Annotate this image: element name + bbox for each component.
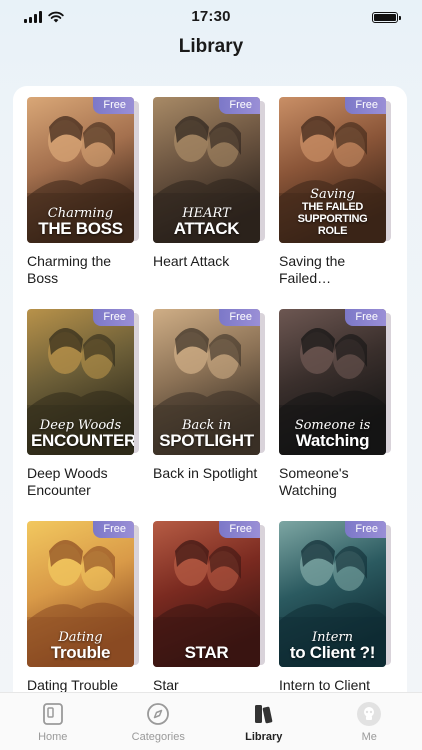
book-card[interactable]: Someone is Watching Free Someone's Watch… — [279, 309, 391, 503]
bottom-tab-bar: Home Categories Library Me — [0, 692, 422, 750]
page-title: Library — [178, 36, 244, 57]
book-card[interactable]: Intern to Client ?! Free Intern to Clien… — [279, 521, 391, 706]
cover-image: Back in SPOTLIGHT — [153, 309, 260, 455]
book-card[interactable]: Dating Trouble Free Dating Trouble — [27, 521, 139, 706]
book-title: Deep Woods Encounter — [27, 465, 108, 498]
cover-title-line2: Watching — [295, 431, 370, 450]
cover-image: Intern to Client ?! — [279, 521, 386, 667]
tab-home[interactable]: Home — [0, 693, 106, 750]
cover-title-line2: SPOTLIGHT — [159, 431, 254, 450]
cover-image: HEART ATTACK — [153, 97, 260, 243]
cover-title-line2: ENCOUNTER — [31, 431, 134, 450]
cover-title-line2: THE BOSS — [38, 219, 123, 238]
book-card[interactable]: STAR Free Star — [153, 521, 265, 706]
book-cover[interactable]: STAR Free — [153, 521, 265, 667]
cover-title-art: Charming THE BOSS — [31, 207, 130, 237]
cover-title-art: Someone is Watching — [283, 419, 382, 449]
free-badge: Free — [93, 97, 134, 114]
cover-title-art: STAR — [157, 644, 256, 661]
cover-title-art: Deep Woods ENCOUNTER — [31, 419, 134, 450]
cover-image: STAR — [153, 521, 260, 667]
battery-icon — [372, 12, 401, 23]
book-cover[interactable]: Someone is Watching Free — [279, 309, 391, 455]
free-badge: Free — [93, 521, 134, 538]
cover-title-art: Intern to Client ?! — [283, 631, 382, 661]
free-badge: Free — [219, 521, 260, 538]
cover-image: Saving THE FAILED SUPPORTING ROLE — [279, 97, 386, 243]
status-bar: 17:30 — [0, 0, 422, 34]
cover-title-art: HEART ATTACK — [157, 207, 256, 237]
library-grid-container[interactable]: Charming THE BOSS Free Charming the Boss — [13, 86, 407, 706]
profile-icon — [356, 701, 382, 727]
book-card[interactable]: Saving THE FAILED SUPPORTING ROLE Free S… — [279, 97, 391, 291]
book-cover[interactable]: Deep Woods ENCOUNTER Free — [27, 309, 139, 455]
tab-home-label: Home — [38, 731, 68, 743]
cover-title-line2: to Client ?! — [289, 643, 376, 662]
book-title: Charming the Boss — [27, 253, 112, 286]
tab-me-label: Me — [361, 731, 377, 743]
cover-title-line2: THE FAILED SUPPORTING ROLE — [297, 201, 368, 237]
book-cover[interactable]: Intern to Client ?! Free — [279, 521, 391, 667]
free-badge: Free — [219, 309, 260, 326]
book-cover[interactable]: Back in SPOTLIGHT Free — [153, 309, 265, 455]
free-badge: Free — [345, 521, 386, 538]
cover-image: Dating Trouble — [27, 521, 134, 667]
cover-image: Charming THE BOSS — [27, 97, 134, 243]
cover-title-art: Saving THE FAILED SUPPORTING ROLE — [283, 188, 382, 237]
book-cover[interactable]: Dating Trouble Free — [27, 521, 139, 667]
free-badge: Free — [219, 97, 260, 114]
book-card[interactable]: Back in SPOTLIGHT Free Back in Spotlight — [153, 309, 265, 503]
cover-image: Someone is Watching — [279, 309, 386, 455]
free-badge: Free — [345, 309, 386, 326]
tab-categories[interactable]: Categories — [106, 693, 212, 750]
cover-title-line2: STAR — [184, 643, 229, 662]
book-card[interactable]: HEART ATTACK Free Heart Attack — [153, 97, 265, 291]
tab-me[interactable]: Me — [317, 693, 422, 750]
tab-library-label: Library — [245, 731, 283, 743]
tab-categories-label: Categories — [131, 731, 185, 743]
free-badge: Free — [93, 309, 134, 326]
cover-title-line2: Trouble — [50, 643, 111, 662]
cover-image: Deep Woods ENCOUNTER — [27, 309, 134, 455]
book-cover[interactable]: Saving THE FAILED SUPPORTING ROLE Free — [279, 97, 391, 243]
book-card[interactable]: Charming THE BOSS Free Charming the Boss — [27, 97, 139, 291]
free-badge: Free — [345, 97, 386, 114]
book-title: Saving the Failed Supporting Role — [279, 253, 346, 286]
cover-title-art: Back in SPOTLIGHT — [157, 419, 256, 449]
book-cover[interactable]: HEART ATTACK Free — [153, 97, 265, 243]
book-card[interactable]: Deep Woods ENCOUNTER Free Deep Woods Enc… — [27, 309, 139, 503]
cover-title-line2: ATTACK — [173, 219, 240, 238]
cover-title-art: Dating Trouble — [31, 631, 130, 661]
status-time: 17:30 — [191, 8, 231, 25]
book-title: Heart Attack — [153, 253, 230, 269]
book-title: Back in Spotlight — [153, 465, 258, 481]
book-title: Someone's Watching — [279, 465, 349, 498]
cover-title-line1: Saving — [310, 187, 355, 202]
book-cover[interactable]: Charming THE BOSS Free — [27, 97, 139, 243]
book-grid: Charming THE BOSS Free Charming the Boss — [27, 97, 391, 706]
tab-library[interactable]: Library — [211, 693, 317, 750]
library-icon — [251, 701, 277, 727]
home-icon — [40, 701, 66, 727]
compass-icon — [145, 701, 171, 727]
